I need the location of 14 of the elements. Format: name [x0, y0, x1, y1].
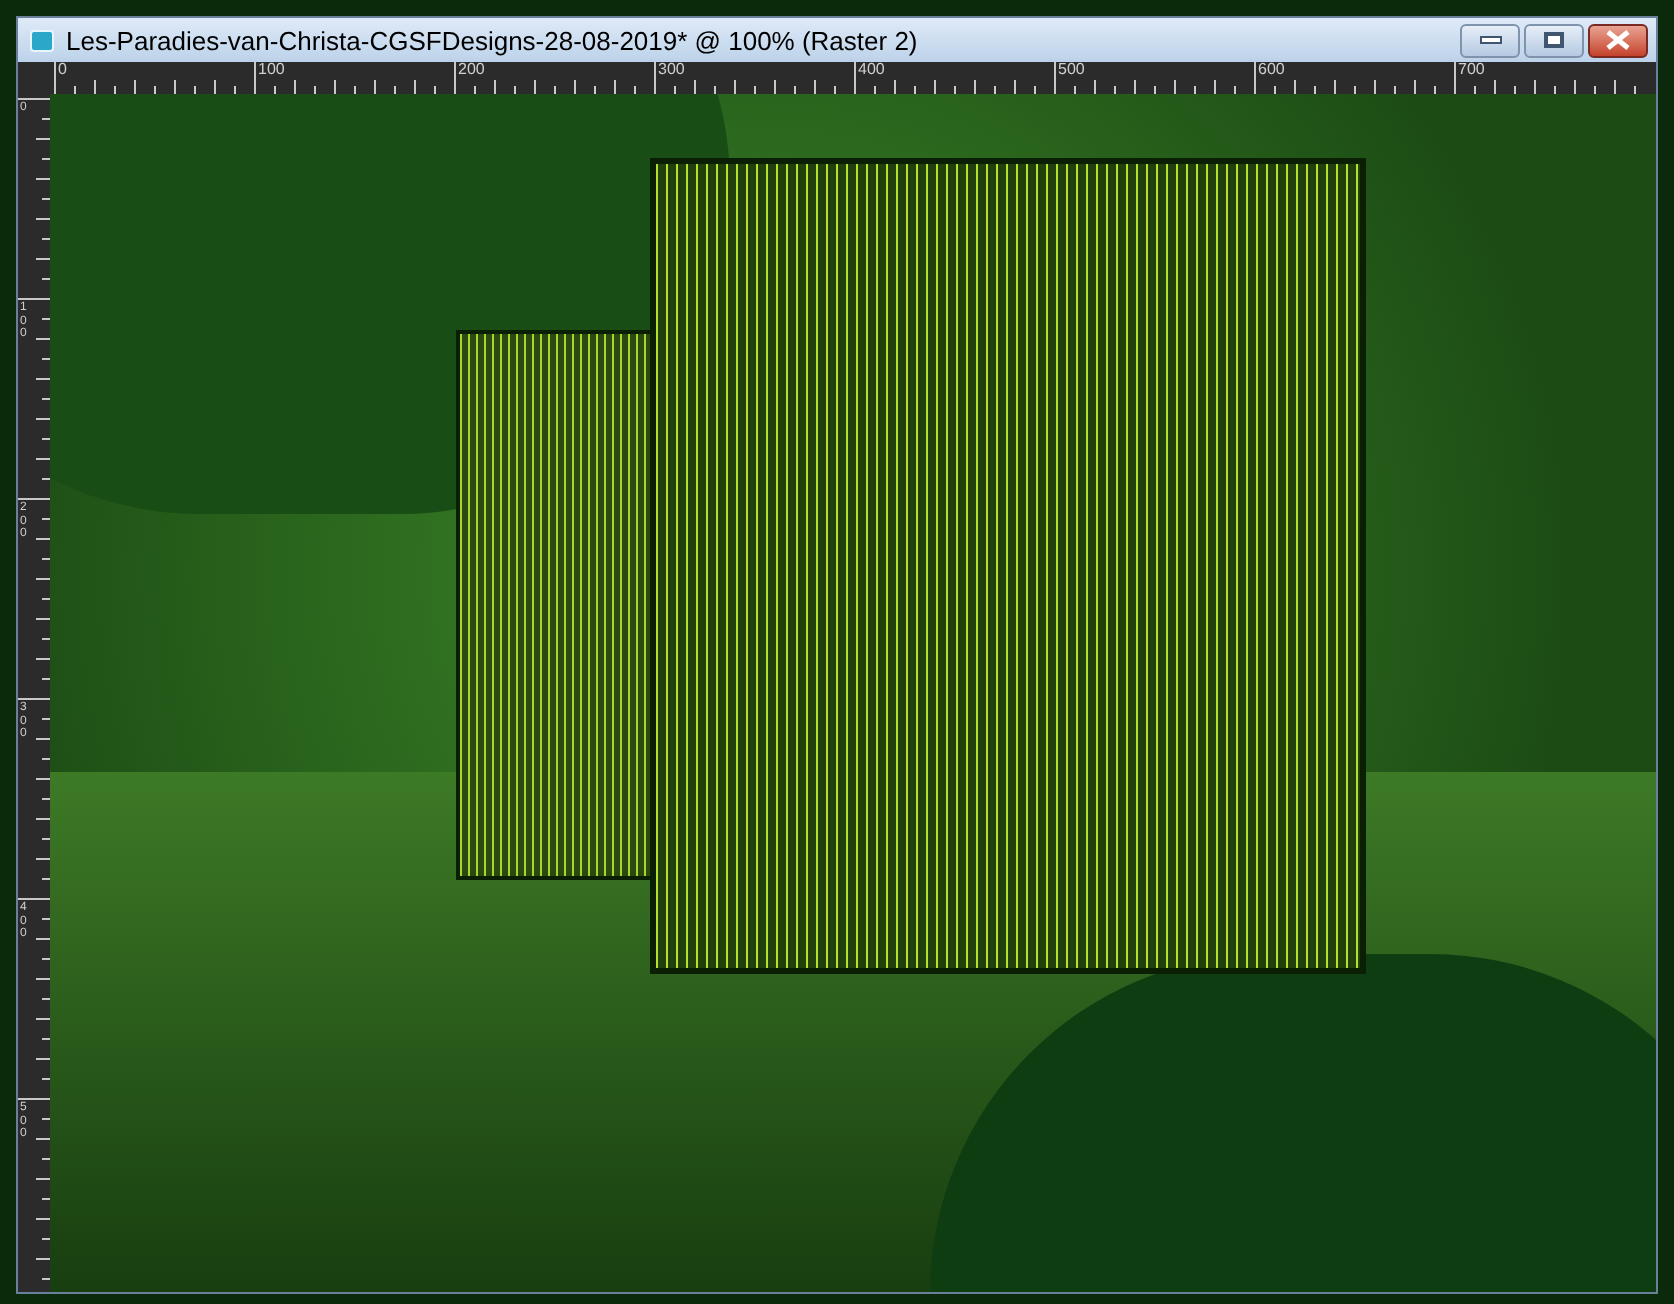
ruler-label: 200	[458, 62, 485, 78]
ruler-label: 100	[258, 62, 285, 78]
minimize-button[interactable]	[1460, 23, 1520, 57]
ruler-label: 300	[658, 62, 685, 78]
window-title: Les-Paradies-van-Christa-CGSFDesigns-28-08-2019* @ 100% (Raster 2)	[66, 27, 918, 53]
ruler-label: 500	[1058, 62, 1085, 78]
close-button[interactable]	[1588, 23, 1648, 57]
close-icon	[1606, 30, 1630, 50]
ruler-label: 400	[858, 62, 885, 78]
ruler-label: 700	[1458, 62, 1485, 78]
ruler-label: 0	[58, 62, 67, 78]
ruler-label: 600	[1258, 62, 1285, 78]
document-icon	[30, 29, 54, 51]
maximize-button[interactable]	[1524, 23, 1584, 57]
